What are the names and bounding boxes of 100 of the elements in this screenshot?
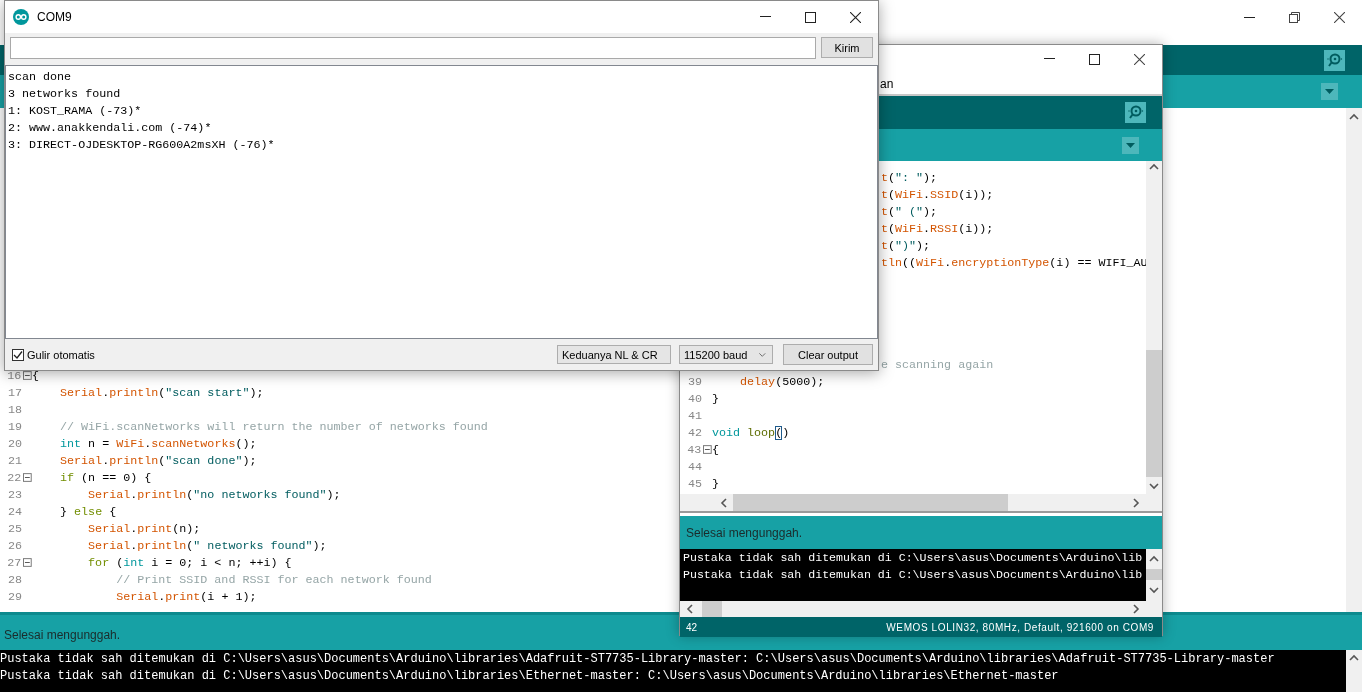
line-number: 17	[6, 385, 22, 400]
scroll-left-button[interactable]	[720, 497, 728, 508]
code-line: Serial.println("scan start");	[59, 385, 264, 400]
code-line: int n = WiFi.scanNetworks();	[59, 436, 257, 451]
code-line: }	[712, 476, 719, 491]
code-line: Serial.println("scan done");	[59, 453, 257, 468]
output-line: 3 networks found	[8, 86, 121, 103]
scroll-up-button[interactable]	[1349, 654, 1359, 662]
scroll-down-button[interactable]	[1149, 482, 1159, 490]
status-message: Selesai mengunggah.	[686, 525, 803, 540]
clear-output-button[interactable]: Clear output	[783, 344, 873, 365]
line-number: 44	[686, 459, 702, 474]
line-number: 16	[6, 368, 22, 383]
fold-icon[interactable]	[703, 445, 712, 454]
code-line: Serial.println("no networks found");	[87, 487, 341, 502]
code-line: Serial.print(i + 1);	[115, 589, 257, 604]
scroll-down-button[interactable]	[1149, 586, 1159, 594]
scrollbar-thumb[interactable]	[1146, 569, 1162, 580]
code-line: for (int i = 0; i < n; ++i) {	[87, 555, 292, 570]
output-line: 2: www.anakkendali.com (-74)*	[8, 120, 212, 137]
line-number: 29	[6, 589, 22, 604]
code-line: t(": ");	[881, 170, 938, 185]
code-line: {	[712, 442, 719, 457]
line-number: 19	[6, 419, 22, 434]
line-number: 25	[6, 521, 22, 536]
code-line: if (n == 0) {	[59, 470, 152, 485]
line-number: 24	[6, 504, 22, 519]
code-line: }	[712, 391, 719, 406]
fold-icon[interactable]	[23, 558, 32, 567]
maximize-icon[interactable]	[805, 11, 816, 23]
code-line: // Print SSID and RSSI for each network found	[115, 572, 432, 587]
code-line: } else {	[59, 504, 117, 519]
baud-rate-dropdown[interactable]: 115200 baud	[679, 345, 773, 364]
line-number: 41	[686, 408, 702, 423]
code-line: void loop()	[712, 425, 790, 440]
scrollbar-thumb[interactable]	[1146, 350, 1162, 477]
status-message: Selesai mengunggah.	[4, 627, 121, 642]
line-number: 45	[686, 476, 702, 491]
code-line: // WiFi.scanNetworks will return the number of networks found	[59, 419, 488, 434]
console-line: Pustaka tidak sah ditemukan di C:\Users\asus\Documents\Arduino\libraries\Ethernet-master: C:\Users\asus\Documents\Arduino\libraries\Ethernet-master	[0, 669, 1059, 683]
line-number: 22	[6, 470, 22, 485]
scroll-left-button[interactable]	[686, 604, 694, 614]
code-line: e scanning again	[881, 357, 994, 372]
fold-icon[interactable]	[23, 371, 32, 380]
line-number: 18	[6, 402, 22, 417]
code-line: Serial.print(n);	[87, 521, 201, 536]
output-line: 3: DIRECT-OJDESKTOP-RG600A2msXH (-76)*	[8, 137, 275, 154]
menu-item[interactable]: an	[880, 76, 894, 91]
caret-icon	[759, 351, 766, 358]
code-line: delay(5000);	[739, 374, 825, 389]
minimize-icon[interactable]	[760, 16, 771, 18]
minimize-icon[interactable]	[1244, 16, 1255, 19]
send-input-field[interactable]	[10, 37, 816, 59]
board-info: WEMOS LOLIN32, 80MHz, Default, 921600 on COM9	[886, 621, 1154, 633]
app-logo-icon	[13, 9, 29, 25]
line-number: 26	[6, 538, 22, 553]
close-icon[interactable]	[1334, 12, 1345, 23]
line-number: 27	[6, 555, 22, 570]
serial-monitor-icon[interactable]	[1125, 102, 1146, 123]
close-icon[interactable]	[1134, 53, 1145, 65]
tab-menu-icon[interactable]	[1321, 83, 1338, 100]
console-line: Pustaka tidak sah ditemukan di C:\Users\asus\Documents\Arduino\lib	[683, 568, 1143, 581]
autoscroll-checkbox[interactable]	[12, 348, 24, 361]
line-indicator: 42	[686, 621, 698, 633]
scroll-up-button[interactable]	[1149, 163, 1159, 171]
code-line: t(" (");	[881, 204, 938, 219]
line-number: 21	[6, 453, 22, 468]
minimize-icon[interactable]	[1044, 58, 1055, 60]
console-line: Pustaka tidak sah ditemukan di C:\Users\asus\Documents\Arduino\lib	[683, 551, 1143, 564]
code-line: t(WiFi.RSSI(i));	[881, 221, 994, 236]
output-line: scan done	[8, 69, 72, 86]
code-line: Serial.println(" networks found");	[87, 538, 327, 553]
line-number: 43	[686, 442, 702, 457]
scroll-right-button[interactable]	[1132, 604, 1140, 614]
send-button[interactable]: Kirim	[821, 37, 873, 58]
code-line: {	[32, 368, 39, 383]
scrollbar-thumb[interactable]	[733, 494, 1008, 511]
close-icon[interactable]	[850, 11, 861, 23]
line-number: 42	[686, 425, 702, 440]
restore-icon[interactable]	[1289, 12, 1300, 23]
console-line: Pustaka tidak sah ditemukan di C:\Users\asus\Documents\Arduino\libraries\Adafruit-ST7735-Library-master: C:\Users\asus\Documents\Arduino\libraries\Adafruit-ST7735-Library-master	[0, 652, 1275, 666]
output-line: 1: KOST_RAMA (-73)*	[8, 103, 142, 120]
line-ending-dropdown[interactable]: Keduanya NL & CR	[557, 345, 671, 364]
scroll-up-button[interactable]	[1349, 113, 1359, 121]
tab-menu-icon[interactable]	[1122, 136, 1139, 154]
line-number: 39	[686, 374, 702, 389]
fold-icon[interactable]	[23, 473, 32, 482]
scrollbar-thumb[interactable]	[702, 601, 722, 617]
line-number: 40	[686, 391, 702, 406]
line-number: 28	[6, 572, 22, 587]
code-line: t(")");	[881, 238, 931, 253]
autoscroll-label[interactable]: Gulir otomatis	[27, 348, 95, 361]
code-line: t(WiFi.SSID(i));	[881, 187, 994, 202]
line-number: 23	[6, 487, 22, 502]
maximize-icon[interactable]	[1089, 53, 1100, 65]
line-number: 20	[6, 436, 22, 451]
serial-monitor-icon[interactable]	[1324, 49, 1345, 71]
window-title: COM9	[37, 10, 72, 24]
scroll-up-button[interactable]	[1149, 555, 1159, 563]
scroll-right-button[interactable]	[1132, 497, 1140, 508]
